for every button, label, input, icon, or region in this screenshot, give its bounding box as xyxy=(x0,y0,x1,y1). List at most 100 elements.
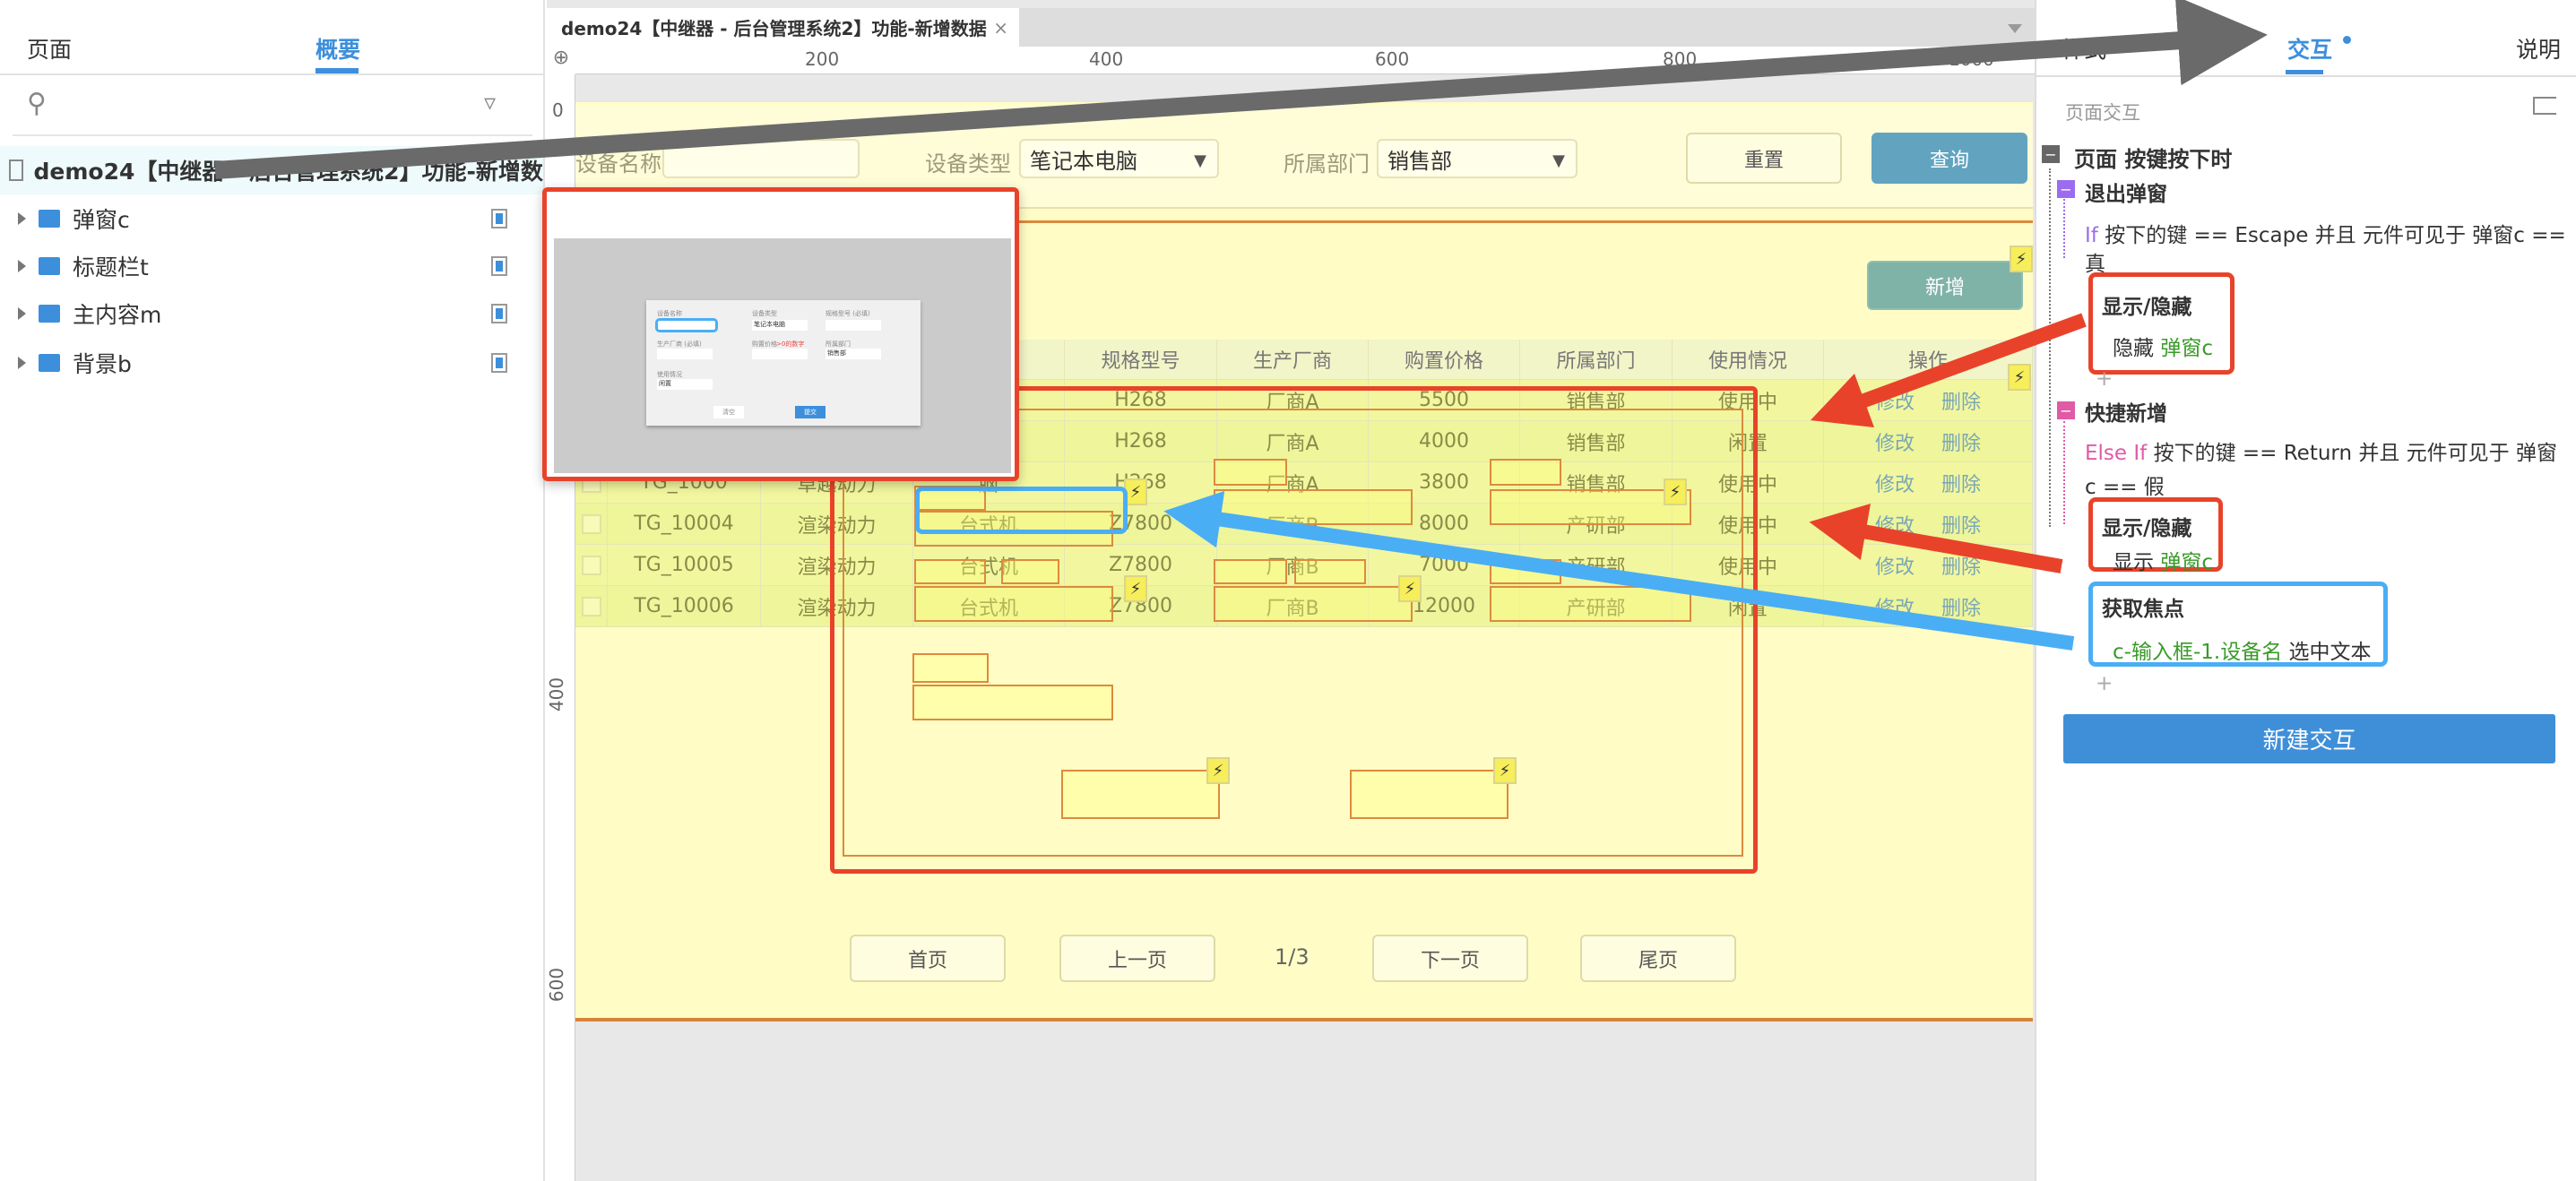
crosshair-icon[interactable]: ⊕ xyxy=(547,47,575,74)
action-box[interactable]: 显示/隐藏 显示 弹窗c xyxy=(2088,497,2223,574)
delete-link[interactable]: 删除 xyxy=(1941,386,1981,415)
device-type-field[interactable]: 笔记本电脑 xyxy=(752,320,808,331)
tree-item-background[interactable]: 背景b xyxy=(0,341,543,385)
department-label: 所属部门 xyxy=(1284,151,1370,177)
spec-field[interactable] xyxy=(826,320,881,331)
tab-style[interactable]: 样式 xyxy=(2062,32,2106,65)
column-header: 使用情况 xyxy=(1673,340,1824,380)
edit-link[interactable]: 修改 xyxy=(1875,427,1915,456)
add-button[interactable]: 新增 xyxy=(1867,261,2023,310)
column-header: 生产厂商 xyxy=(1217,340,1369,380)
page-indicator: 1/3 xyxy=(1275,944,1310,970)
maker-field[interactable] xyxy=(657,349,713,359)
tree-item-popup[interactable]: 弹窗c xyxy=(0,196,543,241)
interaction-bolt-icon: ⚡ xyxy=(2010,246,2033,272)
delete-link[interactable]: 删除 xyxy=(1941,551,1981,580)
row-checkbox-cell[interactable] xyxy=(575,545,608,586)
tree-label: 标题栏t xyxy=(73,254,149,280)
delete-link[interactable]: 删除 xyxy=(1941,427,1981,456)
field-label: 使用情况 xyxy=(657,371,682,378)
row-actions: 修改 删除 xyxy=(1824,545,2033,586)
expand-icon[interactable] xyxy=(18,357,26,369)
delete-link[interactable]: 删除 xyxy=(1941,469,1981,497)
prev-page-button[interactable]: 上一页 xyxy=(1059,935,1215,982)
action-box[interactable]: 显示/隐藏 隐藏 弹窗c xyxy=(2088,272,2235,375)
department-field[interactable]: 销售部 xyxy=(826,349,881,359)
tab-interactions[interactable]: 交互 xyxy=(2287,32,2332,65)
tree-item-titlebar[interactable]: 标题栏t xyxy=(0,244,543,289)
edit-link[interactable]: 修改 xyxy=(1875,551,1915,580)
action-verb: 选中文本 xyxy=(2288,641,2372,664)
popup-overlay: 设备名称 设备类型 笔记本电脑 规格型号 (必填) 生产厂商 (必填) 购置价格… xyxy=(554,238,1011,473)
expand-icon[interactable] xyxy=(18,307,26,320)
edit-link[interactable]: 修改 xyxy=(1875,469,1915,497)
clear-button[interactable]: 清空 xyxy=(713,406,744,418)
table-cell: TG_10005 xyxy=(608,545,761,586)
annotation-blue-box xyxy=(915,487,1128,534)
query-button[interactable]: 查询 xyxy=(1871,133,2027,184)
visibility-icon[interactable] xyxy=(491,304,507,323)
row-checkbox-cell[interactable] xyxy=(575,504,608,545)
expand-icon[interactable] xyxy=(18,212,26,225)
visibility-icon[interactable] xyxy=(491,256,507,276)
ruler-label: 600 xyxy=(1375,48,1410,70)
action-box[interactable]: 获取焦点 c-输入框-1.设备名 选中文本 xyxy=(2088,582,2388,667)
popup-dialog: 设备名称 设备类型 笔记本电脑 规格型号 (必填) 生产厂商 (必填) 购置价格… xyxy=(646,300,921,426)
reset-button[interactable]: 重置 xyxy=(1686,133,1842,184)
popup-preview: 设备名称 设备类型 笔记本电脑 规格型号 (必填) 生产厂商 (必填) 购置价格… xyxy=(542,187,1019,481)
edit-link[interactable]: 修改 xyxy=(1875,510,1915,539)
tab-pages[interactable]: 页面 xyxy=(27,32,72,65)
expand-panel-icon[interactable] xyxy=(2533,97,2556,115)
tab-notes[interactable]: 说明 xyxy=(2516,32,2561,65)
event-title: 页面 按键按下时 xyxy=(2074,147,2233,172)
edit-link[interactable]: 修改 xyxy=(1875,592,1915,621)
device-name-field[interactable] xyxy=(655,318,718,332)
expand-icon[interactable] xyxy=(18,260,26,272)
visibility-icon[interactable] xyxy=(491,209,507,228)
case-name: 快捷新增 xyxy=(2085,402,2167,426)
column-header: 购置价格 xyxy=(1369,340,1520,380)
tree-label: 背景b xyxy=(73,351,132,377)
search-icon[interactable]: ⚲ xyxy=(27,88,47,119)
device-name-input[interactable] xyxy=(662,139,860,178)
add-action-icon[interactable]: + xyxy=(2096,367,2113,391)
department-select[interactable]: 销售部 ▼ xyxy=(1377,139,1578,178)
canvas-area: demo24【中继器 - 后台管理系统2】功能-新增数据 × ⊕ 200 400 … xyxy=(542,0,2035,1181)
collapse-icon[interactable]: − xyxy=(2042,145,2060,163)
add-action-icon[interactable]: + xyxy=(2096,672,2113,695)
tab-menu-icon[interactable] xyxy=(2008,24,2022,33)
status-field[interactable]: 闲置 xyxy=(657,379,713,390)
condition-keyword: If xyxy=(2085,224,2098,247)
edit-link[interactable]: 修改 xyxy=(1875,386,1915,415)
column-header: 所属部门 xyxy=(1520,340,1673,380)
tab-outline[interactable]: 概要 xyxy=(316,32,360,65)
device-type-label: 设备类型 xyxy=(925,151,1011,177)
visibility-icon[interactable] xyxy=(491,353,507,373)
filter-icon[interactable]: ▿ xyxy=(484,90,496,116)
delete-link[interactable]: 删除 xyxy=(1941,510,1981,539)
collapse-icon[interactable]: − xyxy=(2057,180,2075,198)
ruler-label: 1000 xyxy=(1949,48,1994,70)
tree-item-main[interactable]: 主内容m xyxy=(0,291,543,336)
document-tab[interactable]: demo24【中继器 - 后台管理系统2】功能-新增数据 × xyxy=(547,8,1019,47)
last-page-button[interactable]: 尾页 xyxy=(1580,935,1736,982)
horizontal-ruler: 200 400 600 800 1000 xyxy=(575,47,2035,74)
row-checkbox-cell[interactable] xyxy=(575,586,608,627)
folder-icon xyxy=(39,354,60,372)
page-icon xyxy=(9,159,23,181)
device-type-select[interactable]: 笔记本电脑 ▼ xyxy=(1019,139,1219,178)
case-name: 退出弹窗 xyxy=(2085,183,2167,206)
collapse-icon[interactable]: − xyxy=(2057,401,2075,419)
page-item[interactable]: demo24【中继器 - 后台管理系统2】功能-新增数据 xyxy=(0,146,543,194)
row-checkbox[interactable] xyxy=(581,596,601,616)
first-page-button[interactable]: 首页 xyxy=(850,935,1006,982)
close-icon[interactable]: × xyxy=(993,17,1008,39)
new-interaction-button[interactable]: 新建交互 xyxy=(2063,714,2555,763)
price-field[interactable] xyxy=(752,349,808,359)
submit-button[interactable]: 提交 xyxy=(795,406,826,418)
delete-link[interactable]: 删除 xyxy=(1941,592,1981,621)
next-page-button[interactable]: 下一页 xyxy=(1372,935,1528,982)
row-checkbox[interactable] xyxy=(581,555,601,575)
row-checkbox[interactable] xyxy=(581,513,601,534)
ruler-label: 200 xyxy=(805,48,840,70)
